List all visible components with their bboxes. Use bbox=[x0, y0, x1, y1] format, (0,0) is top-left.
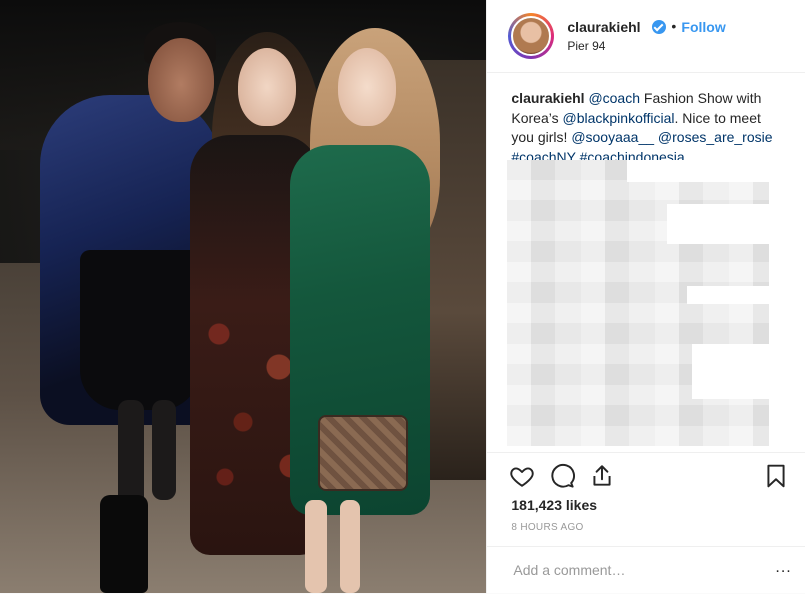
mention-roses-are-rosie[interactable]: @roses_are_rosie bbox=[658, 129, 773, 145]
person-2-face bbox=[238, 48, 296, 126]
pixelated-mask bbox=[667, 204, 770, 244]
share-icon[interactable] bbox=[589, 463, 615, 489]
person-1-face bbox=[148, 38, 214, 122]
person-1-leg bbox=[152, 400, 176, 500]
separator-dot: • bbox=[671, 18, 677, 34]
person-3-leg bbox=[340, 500, 360, 593]
more-options-button[interactable]: ... bbox=[775, 559, 791, 577]
avatar-image bbox=[511, 16, 552, 56]
post-photo[interactable] bbox=[0, 0, 487, 593]
post-timestamp[interactable]: 8 HOURS AGO bbox=[511, 522, 583, 533]
avatar[interactable] bbox=[508, 13, 555, 59]
likes-count[interactable]: 181,423 likes bbox=[511, 497, 597, 513]
pixelated-mask bbox=[627, 160, 770, 182]
pixelated-mask bbox=[692, 344, 770, 399]
person-3-face bbox=[338, 48, 396, 126]
post-caption: claurakiehl @coach Fashion Show with Kor… bbox=[511, 89, 781, 167]
comment-icon[interactable] bbox=[549, 463, 576, 489]
bookmark-icon[interactable] bbox=[763, 463, 789, 489]
pixelated-mask bbox=[687, 286, 770, 304]
comment-input[interactable] bbox=[511, 558, 766, 582]
post-header: claurakiehl • Follow Pier 94 bbox=[487, 0, 805, 73]
follow-button[interactable]: Follow bbox=[681, 19, 725, 35]
location-link[interactable]: Pier 94 bbox=[567, 39, 605, 53]
action-bar bbox=[487, 452, 805, 497]
person-3-leg bbox=[305, 500, 327, 593]
comment-form: ... bbox=[487, 546, 805, 594]
mention-coach[interactable]: @coach bbox=[588, 90, 640, 106]
handbag bbox=[318, 415, 408, 491]
verified-badge-icon bbox=[652, 20, 667, 34]
person-1-dress bbox=[80, 250, 200, 410]
instagram-post: claurakiehl • Follow Pier 94 claurakiehl… bbox=[0, 0, 805, 593]
caption-username[interactable]: claurakiehl bbox=[511, 90, 584, 106]
username[interactable]: claurakiehl bbox=[567, 19, 640, 35]
post-sidebar: claurakiehl • Follow Pier 94 claurakiehl… bbox=[486, 0, 805, 593]
person-1-boot bbox=[100, 495, 148, 593]
heart-icon[interactable] bbox=[509, 463, 535, 489]
mention-blackpinkofficial[interactable]: @blackpinkofficial bbox=[563, 110, 675, 126]
mention-sooyaaa[interactable]: @sooyaaa__ bbox=[571, 129, 654, 145]
